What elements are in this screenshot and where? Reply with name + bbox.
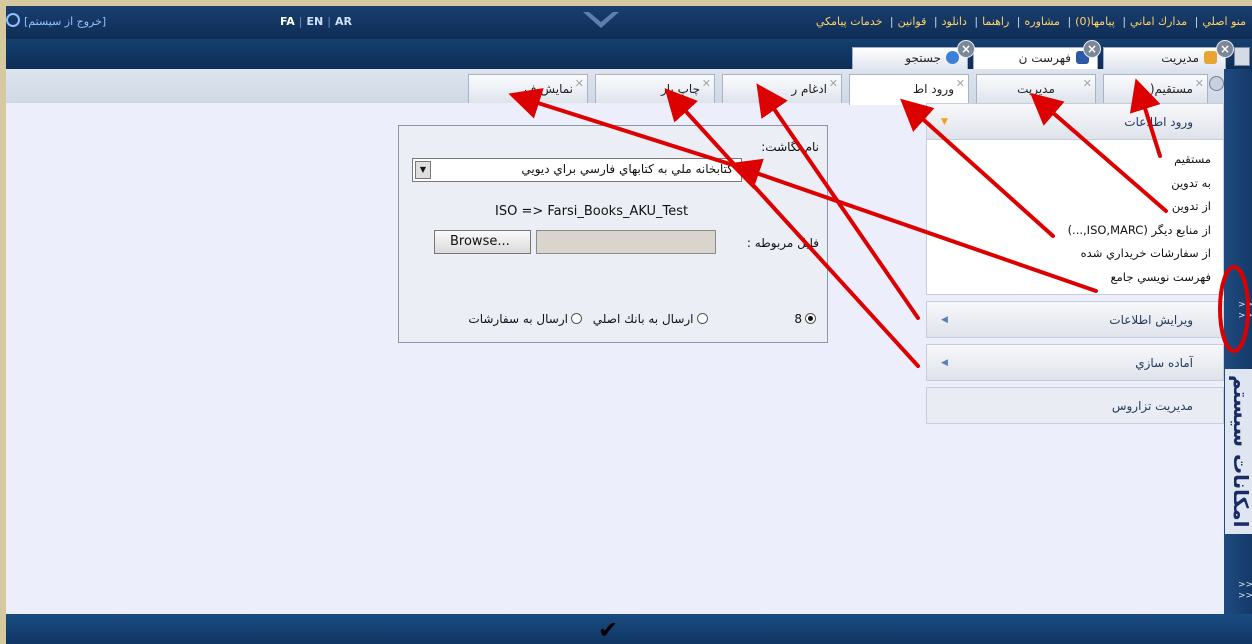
menu-consult[interactable]: مشاوره	[1025, 15, 1060, 28]
lang-en[interactable]: EN	[306, 15, 323, 28]
browse-button[interactable]: Browse...	[434, 230, 531, 254]
expand-icon[interactable]: >>	[1238, 312, 1252, 321]
menu-sms[interactable]: خدمات پيامكي	[816, 15, 883, 28]
subtab-direct[interactable]: ✕ مستقيم(	[1103, 74, 1208, 103]
accordion-item-other-sources[interactable]: از منابع ديگر (ISO,MARC,...)	[927, 219, 1211, 243]
radio-icon[interactable]	[570, 313, 582, 324]
radio-icon[interactable]	[696, 313, 708, 324]
radio-icon[interactable]	[805, 313, 816, 324]
check-icon[interactable]: ✔	[598, 616, 618, 644]
file-label: فايل مربوطه :	[746, 236, 819, 250]
accordion-item-union-catalog[interactable]: فهرست نويسي جامع	[927, 266, 1211, 290]
close-icon[interactable]: ✕	[575, 77, 584, 90]
close-icon[interactable]: ✕	[702, 77, 711, 90]
subtab-print-barcode[interactable]: ✕ چاپ بار	[595, 74, 715, 103]
menu-rules[interactable]: قوانين	[898, 15, 927, 28]
subtab-show-list[interactable]: ✕ نمايش ف	[468, 74, 588, 103]
bottom-bar: ✔	[6, 614, 1252, 644]
tab-catalog[interactable]: فهرست ن ×	[973, 40, 1101, 70]
tab-management[interactable]: مديريت ×	[1103, 40, 1234, 70]
radio-option-main-bank[interactable]: ارسال به بانك اصلي	[593, 312, 711, 326]
user-icon	[1204, 51, 1217, 64]
accordion-header-preparation[interactable]: آماده سازي ◀	[926, 344, 1224, 381]
menu-messages[interactable]: پيامها(0)	[1075, 15, 1115, 28]
sidebar-title: امكانات سيستم	[1225, 369, 1252, 534]
chevron-down-icon[interactable]	[581, 10, 621, 32]
collapse-up-icon[interactable]	[1209, 76, 1224, 91]
menu-help[interactable]: راهنما	[982, 15, 1009, 28]
chevron-left-icon: ◀	[941, 358, 948, 368]
close-icon[interactable]: ×	[957, 40, 975, 58]
accordion-header-data-entry[interactable]: ورود اطلاعات ▼	[926, 103, 1224, 140]
app-frame: [خروج از سیستم] FA | EN | AR منو اصلي| مدارك…	[6, 6, 1252, 644]
menu-main[interactable]: منو اصلي	[1202, 15, 1246, 28]
accordion-item-from-compile[interactable]: از تدوين	[927, 195, 1211, 219]
accordion-item-purchase-orders[interactable]: از سفارشات خريداري شده	[927, 242, 1211, 266]
iso-mapping-text: ISO => Farsi_Books_AKU_Test	[495, 204, 689, 219]
system-features-sidebar[interactable]: >> >> امكانات سيستم >> >>	[1224, 69, 1252, 614]
expand-icon[interactable]: >>	[1238, 301, 1252, 310]
close-icon[interactable]: ×	[1216, 40, 1234, 58]
close-icon[interactable]: ×	[1083, 40, 1101, 58]
lang-ar[interactable]: AR	[335, 15, 352, 28]
function-accordion: ورود اطلاعات ▼ مستقيم به تدوين از تدوين …	[926, 103, 1224, 424]
logout-link[interactable]: [خروج از سیستم]	[24, 15, 106, 28]
close-icon[interactable]: ✕	[1083, 77, 1092, 90]
home-icon[interactable]	[1234, 47, 1250, 66]
radio-option-8[interactable]: 8	[794, 312, 819, 326]
chevron-down-icon[interactable]: ▼	[415, 161, 431, 179]
close-icon[interactable]: ✕	[1195, 77, 1204, 90]
close-icon[interactable]: ✕	[829, 77, 838, 90]
subtab-merge[interactable]: ✕ ادغام ر	[722, 74, 842, 103]
close-icon[interactable]: ✕	[956, 77, 965, 90]
radio-option-orders[interactable]: ارسال به سفارشات	[468, 312, 585, 326]
menu-download[interactable]: دانلود	[942, 15, 967, 28]
accordion-item-direct[interactable]: مستقيم	[927, 148, 1211, 172]
file-path-field[interactable]	[536, 230, 716, 254]
chevron-down-icon: ▼	[941, 117, 948, 127]
accordion-item-to-compile[interactable]: به تدوين	[927, 172, 1211, 196]
lang-fa[interactable]: FA	[280, 15, 295, 28]
accordion-header-thesaurus[interactable]: مديريت تزاروس	[926, 387, 1224, 424]
main-tab-strip: مديريت × فهرست ن × جستجو ×	[6, 39, 1252, 70]
expand-icon[interactable]: >>	[1238, 592, 1252, 601]
send-options: 8 ارسال به بانك اصلي ارسال به سفارشات	[429, 312, 819, 326]
accordion-body: مستقيم به تدوين از تدوين از منابع ديگر (…	[926, 140, 1224, 295]
subtab-data-entry[interactable]: ✕ ورود اط	[849, 74, 969, 105]
power-icon[interactable]	[6, 13, 20, 27]
tab-search[interactable]: جستجو ×	[852, 40, 975, 70]
sub-tab-strip: ✕ مستقيم( ✕ مديريت ✕ ورود اط ✕ ادغام ر ✕ چاپ …	[6, 69, 1226, 105]
top-bar: [خروج از سیستم] FA | EN | AR منو اصلي| مدارك…	[6, 6, 1252, 39]
subtab-manage[interactable]: ✕ مديريت	[976, 74, 1096, 103]
import-form-panel: نام نگاشت: كتابخانه ملي به كتابهاي فارسي…	[398, 125, 828, 343]
chevron-left-icon: ◀	[941, 315, 948, 325]
expand-icon[interactable]: >>	[1238, 581, 1252, 590]
top-menu: منو اصلي| مدارك اماني| پيامها(0)| مشاوره…	[815, 15, 1246, 28]
format-select[interactable]: كتابخانه ملي به كتابهاي فارسي براي ديويي…	[412, 158, 742, 182]
accordion-header-edit[interactable]: ويرايش اطلاعات ◀	[926, 301, 1224, 338]
language-switcher: FA | EN | AR	[280, 15, 352, 28]
format-label: نام نگاشت:	[761, 140, 819, 154]
menu-loans[interactable]: مدارك اماني	[1130, 15, 1187, 28]
